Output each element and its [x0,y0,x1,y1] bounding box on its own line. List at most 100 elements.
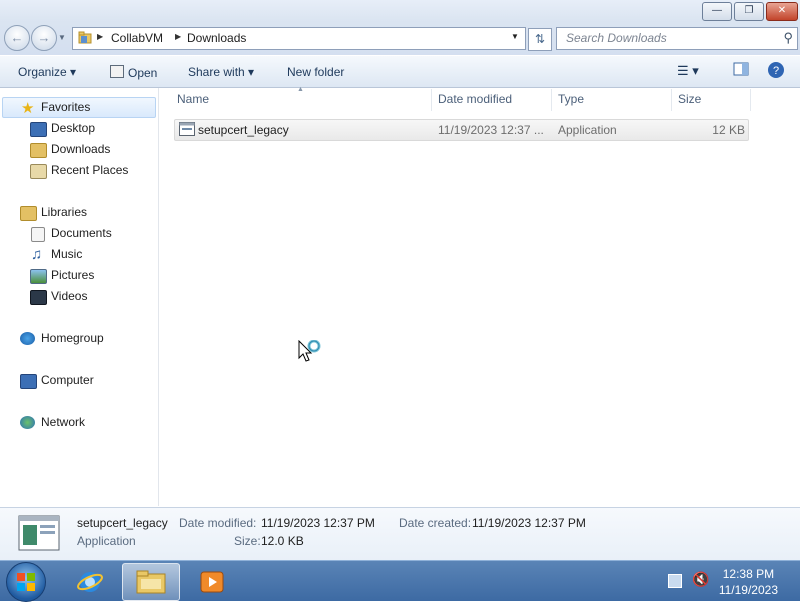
details-file-name: setupcert_legacy [77,516,168,530]
help-button[interactable]: ? [767,61,785,82]
desktop-icon [30,122,47,137]
network-icon [20,416,35,429]
sidebar-item-computer[interactable]: Computer [20,371,154,390]
column-divider[interactable] [671,89,672,111]
sidebar-item-label: Videos [51,289,88,303]
sidebar-item-videos[interactable]: Videos [30,287,154,306]
navigation-bar: ← → ▼ ▶ CollabVM ▶ Downloads ▼ ⇅ Search … [0,22,800,55]
start-button[interactable] [6,562,46,602]
sidebar-item-downloads[interactable]: Downloads [30,140,154,159]
close-button[interactable]: ✕ [766,2,798,21]
sidebar-item-label: Downloads [51,142,111,156]
folder-icon [78,31,92,44]
sidebar-item-recent-places[interactable]: Recent Places [30,161,154,180]
clock-date: 11/19/2023 [718,583,778,597]
details-file-type: Application [77,534,136,548]
volume-muted-icon[interactable]: 🔇 [692,571,709,588]
search-input[interactable]: Search Downloads ⚲ [556,27,798,50]
file-name: setupcert_legacy [198,123,289,137]
pictures-icon [30,269,47,284]
back-button[interactable]: ← [4,25,30,51]
libraries-icon [20,206,37,221]
preview-pane-button[interactable] [733,61,749,80]
details-date-created-label: Date created: [399,516,472,530]
sidebar-item-label: Libraries [41,205,88,219]
computer-icon [20,374,37,389]
search-icon[interactable]: ⚲ [783,30,793,46]
minimize-button[interactable]: — [702,2,732,21]
sidebar-item-network[interactable]: Network [20,413,154,432]
help-icon: ? [768,62,784,78]
sidebar-item-music[interactable]: ♫ Music [30,245,154,264]
change-view-button[interactable]: ☰ ▾ [677,63,699,79]
sidebar-item-desktop[interactable]: Desktop [30,119,154,138]
breadcrumb-collabvm[interactable]: CollabVM [111,31,163,45]
share-with-button[interactable]: Share with ▾ [188,65,254,79]
sidebar-item-label: Music [51,247,83,261]
details-size-label: Size: [234,534,261,548]
svg-text:?: ? [773,65,779,77]
taskbar: 🔇 12:38 PM 11/19/2023 [0,560,800,602]
busy-cursor-icon [298,339,324,367]
recent-places-icon [30,164,47,179]
file-type: Application [558,123,617,137]
file-row[interactable]: setupcert_legacy 11/19/2023 12:37 ... Ap… [174,119,749,141]
navigation-pane: ★ Favorites Desktop Downloads Recent Pla… [0,88,159,506]
system-clock[interactable]: 12:38 PM 11/19/2023 [719,566,778,598]
forward-button[interactable]: → [31,25,57,51]
details-date-modified: 11/19/2023 12:37 PM [261,516,375,530]
taskbar-media-player[interactable] [184,563,240,599]
application-icon [179,122,195,136]
sidebar-item-homegroup[interactable]: Homegroup [20,329,154,348]
column-divider[interactable] [431,89,432,111]
application-large-icon [18,515,60,551]
new-folder-button[interactable]: New folder [287,65,344,79]
organize-label: Organize [18,65,67,79]
breadcrumb-arrow-icon[interactable]: ▶ [175,32,181,41]
address-dropdown-icon[interactable]: ▼ [511,32,519,41]
network-tray-icon[interactable] [668,574,682,588]
window-titlebar: — ❐ ✕ [0,0,800,22]
search-placeholder: Search Downloads [566,31,667,45]
column-header-name[interactable]: Name [177,92,209,110]
details-pane: setupcert_legacy Application Date modifi… [0,507,800,560]
sidebar-item-label: Computer [41,373,94,387]
command-bar: Organize ▾ Open Share with ▾ New folder … [0,56,800,88]
sidebar-item-label: Desktop [51,121,96,135]
documents-icon [31,227,45,242]
sidebar-item-documents[interactable]: Documents [30,224,154,243]
share-with-label: Share with [188,65,245,79]
details-date-modified-label: Date modified: [179,516,257,530]
taskbar-windows-explorer[interactable] [122,563,180,601]
organize-button[interactable]: Organize ▾ [18,65,76,79]
column-divider[interactable] [551,89,552,111]
details-size: 12.0 KB [261,534,304,548]
restore-button[interactable]: ❐ [734,2,764,21]
music-icon: ♫ [31,246,43,263]
column-divider[interactable] [750,89,751,111]
taskbar-internet-explorer[interactable] [62,563,118,599]
application-icon [110,65,124,78]
sidebar-item-label: Recent Places [51,163,129,177]
windows-logo-icon [17,573,35,591]
recent-pages-dropdown-icon[interactable]: ▼ [58,33,66,42]
column-header-date-modified[interactable]: Date modified [438,92,512,110]
refresh-button[interactable]: ⇅ [528,28,552,51]
sidebar-item-label: Homegroup [41,331,104,345]
sort-ascending-icon: ▲ [297,86,304,93]
breadcrumb-downloads[interactable]: Downloads [187,31,246,45]
open-button[interactable]: Open [110,65,157,80]
file-date-modified: 11/19/2023 12:37 ... [438,123,544,137]
sidebar-item-label: Favorites [41,100,91,114]
address-bar[interactable]: ▶ CollabVM ▶ Downloads ▼ [72,27,526,50]
media-player-icon [200,571,224,593]
sidebar-item-favorites[interactable]: ★ Favorites [2,97,156,118]
videos-icon [30,290,47,305]
open-label: Open [128,66,158,80]
column-header-size[interactable]: Size [678,92,701,110]
column-header-type[interactable]: Type [558,92,584,110]
breadcrumb-arrow-icon[interactable]: ▶ [97,32,103,41]
sidebar-item-pictures[interactable]: Pictures [30,266,154,285]
star-icon: ★ [21,100,35,117]
sidebar-item-libraries[interactable]: Libraries [20,203,154,222]
